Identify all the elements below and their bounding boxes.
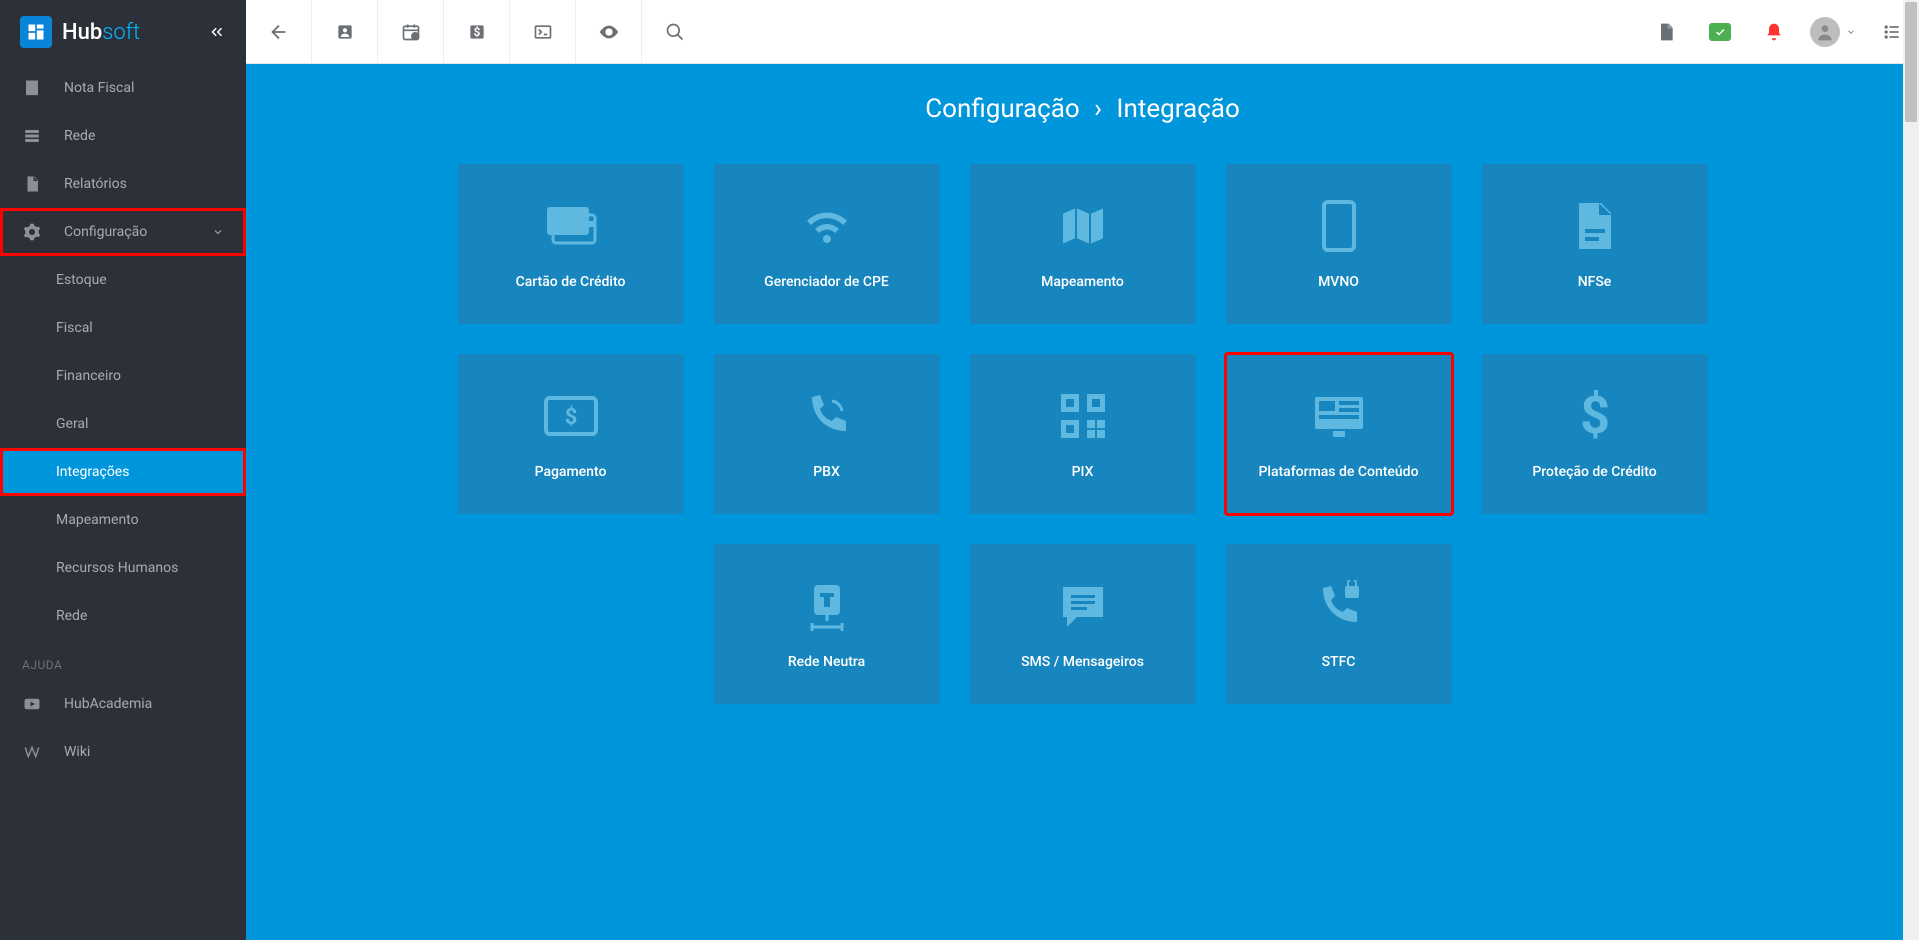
- tile-pbx[interactable]: PBX: [714, 354, 940, 514]
- tile-pagamento[interactable]: $ Pagamento: [458, 354, 684, 514]
- chat-icon: [1057, 578, 1109, 634]
- sidebar-item-hubacademia[interactable]: HubAcademia: [0, 680, 246, 728]
- payment-icon: $: [542, 388, 600, 444]
- tile-mapeamento[interactable]: Mapeamento: [970, 164, 1196, 324]
- sidebar-item-nota-fiscal[interactable]: Nota Fiscal: [0, 64, 246, 112]
- sidebar-sub-financeiro[interactable]: Financeiro: [0, 352, 246, 400]
- topbar-user-menu[interactable]: [1801, 0, 1865, 64]
- sidebar-sub-geral[interactable]: Geral: [0, 400, 246, 448]
- topbar-pdf-button[interactable]: [1639, 0, 1693, 64]
- tile-pix[interactable]: PIX: [970, 354, 1196, 514]
- sidebar: Hubsoft Nota Fiscal Rede Relatórios Conf…: [0, 0, 246, 940]
- tile-stfc[interactable]: STFC: [1226, 544, 1452, 704]
- sidebar-item-label: HubAcademia: [64, 696, 152, 712]
- desktop-icon: [1309, 388, 1369, 444]
- topbar: $: [246, 0, 1919, 64]
- breadcrumb: Configuração › Integração: [286, 94, 1879, 124]
- server-icon: [802, 578, 852, 634]
- gear-icon: [22, 223, 42, 241]
- wiki-icon: [22, 743, 42, 761]
- scrollbar[interactable]: [1903, 0, 1919, 940]
- qr-icon: [1057, 388, 1109, 444]
- sidebar-section-ajuda: AJUDA: [0, 640, 246, 680]
- wifi-icon: [797, 198, 857, 254]
- sidebar-sub-integracoes[interactable]: Integrações: [0, 448, 246, 496]
- topbar-terminal-button[interactable]: [510, 0, 576, 64]
- tile-mvno[interactable]: MVNO: [1226, 164, 1452, 324]
- svg-text:$: $: [473, 25, 480, 39]
- topbar-calendar-button[interactable]: [378, 0, 444, 64]
- tile-nfse[interactable]: NFSe: [1482, 164, 1708, 324]
- tile-grid: Cartão de Crédito Gerenciador de CPE Map…: [458, 164, 1708, 704]
- phone-lock-icon: [1313, 578, 1365, 634]
- sidebar-sub-rede[interactable]: Rede: [0, 592, 246, 640]
- topbar-notifications-button[interactable]: [1747, 0, 1801, 64]
- logo-bar: Hubsoft: [0, 0, 246, 64]
- doc-icon: [1573, 198, 1617, 254]
- svg-text:$: $: [1580, 389, 1610, 443]
- sidebar-sub-estoque[interactable]: Estoque: [0, 256, 246, 304]
- scrollbar-thumb[interactable]: [1905, 2, 1917, 122]
- sidebar-item-rede[interactable]: Rede: [0, 112, 246, 160]
- dollar-icon: $: [1577, 388, 1613, 444]
- sidebar-item-label: Rede: [64, 128, 95, 144]
- topbar-eye-button[interactable]: [576, 0, 642, 64]
- check-badge-icon: [1709, 23, 1731, 41]
- sidebar-item-configuracao[interactable]: Configuração: [0, 208, 246, 256]
- sidebar-item-relatorios[interactable]: Relatórios: [0, 160, 246, 208]
- tile-protecao-credito[interactable]: $ Proteção de Crédito: [1482, 354, 1708, 514]
- topbar-money-button[interactable]: $: [444, 0, 510, 64]
- topbar-search-button[interactable]: [642, 0, 708, 64]
- receipt-icon: [22, 79, 42, 97]
- sidebar-sub-recursos-humanos[interactable]: Recursos Humanos: [0, 544, 246, 592]
- svg-text:$: $: [564, 405, 577, 430]
- topbar-right: [1639, 0, 1919, 64]
- sidebar-item-label: Wiki: [64, 744, 90, 760]
- sidebar-nav: Nota Fiscal Rede Relatórios Configuração…: [0, 64, 246, 940]
- tile-sms-mensageiros[interactable]: SMS / Mensageiros: [970, 544, 1196, 704]
- file-icon: [22, 175, 42, 193]
- chevron-down-icon: [212, 226, 224, 238]
- sidebar-item-wiki[interactable]: Wiki: [0, 728, 246, 776]
- topbar-person-button[interactable]: [312, 0, 378, 64]
- sidebar-item-label: Relatórios: [64, 176, 127, 192]
- topbar-status-button[interactable]: [1693, 0, 1747, 64]
- sidebar-item-label: Nota Fiscal: [64, 80, 134, 96]
- tile-rede-neutra[interactable]: Rede Neutra: [714, 544, 940, 704]
- network-icon: [22, 127, 42, 145]
- sidebar-collapse-button[interactable]: [208, 23, 226, 41]
- call-icon: [802, 388, 852, 444]
- back-button[interactable]: [246, 0, 312, 64]
- phone-icon: [1320, 198, 1358, 254]
- tile-gerenciador-cpe[interactable]: Gerenciador de CPE: [714, 164, 940, 324]
- credit-card-icon: [541, 198, 601, 254]
- sidebar-item-label: Configuração: [64, 224, 147, 240]
- youtube-icon: [22, 695, 42, 713]
- logo-text: Hubsoft: [62, 20, 140, 45]
- sidebar-sub-mapeamento[interactable]: Mapeamento: [0, 496, 246, 544]
- tile-plataformas-conteudo[interactable]: Plataformas de Conteúdo: [1226, 354, 1452, 514]
- logo-icon: [20, 16, 52, 48]
- content-area: Configuração › Integração Cartão de Créd…: [246, 64, 1919, 940]
- avatar-icon: [1810, 17, 1840, 47]
- sidebar-sub-fiscal[interactable]: Fiscal: [0, 304, 246, 352]
- map-icon: [1056, 198, 1110, 254]
- tile-cartao-de-credito[interactable]: Cartão de Crédito: [458, 164, 684, 324]
- main: $ Configuração › Integração: [246, 0, 1919, 940]
